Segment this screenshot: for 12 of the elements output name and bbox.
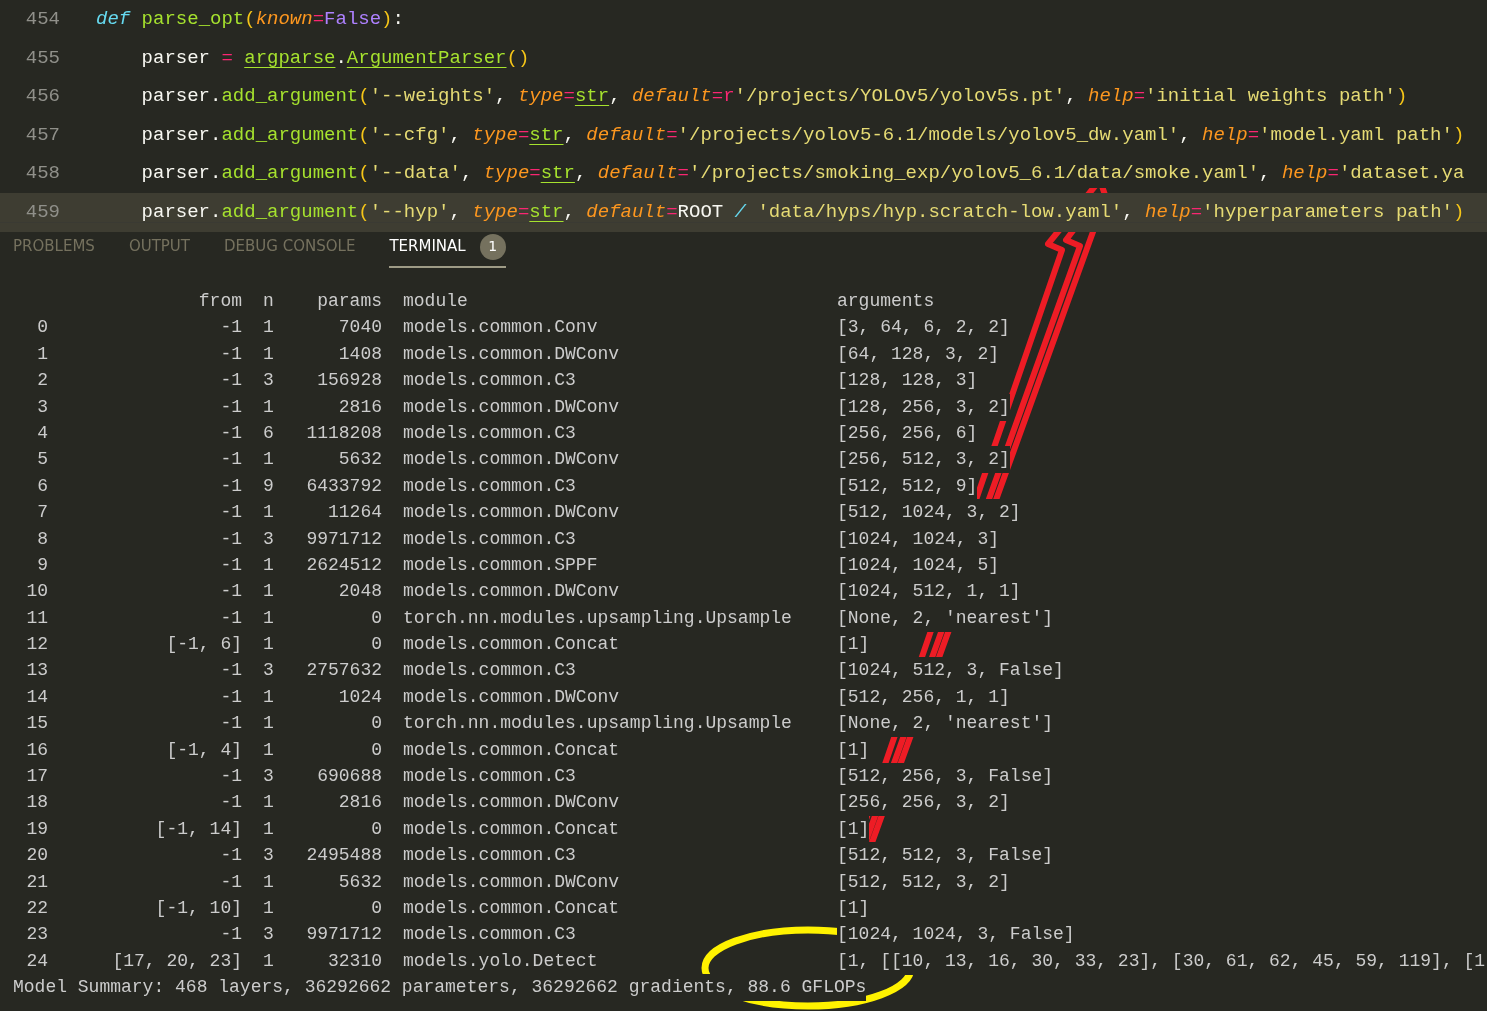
line-number: 454 — [24, 7, 60, 33]
panel-tab[interactable]: OUTPUT — [128, 229, 190, 266]
panel-tab[interactable]: PROBLEMS — [13, 229, 95, 266]
line-number: 459 — [24, 200, 60, 225]
line-number: 457 — [24, 122, 60, 148]
panel-tab[interactable]: DEBUG CONSOLE — [224, 229, 356, 266]
line-number: 456 — [24, 84, 60, 110]
line-number: 458 — [24, 161, 60, 187]
panel-tab[interactable]: TERMINAL 1 — [389, 227, 506, 268]
count-badge: 1 — [479, 233, 506, 260]
line-number: 455 — [24, 45, 60, 71]
table-cell: [1, [[10, 13, 16, 30, 33, 23], [30, 61, 62, 45, 59, 119], [1 — [837, 947, 1486, 975]
